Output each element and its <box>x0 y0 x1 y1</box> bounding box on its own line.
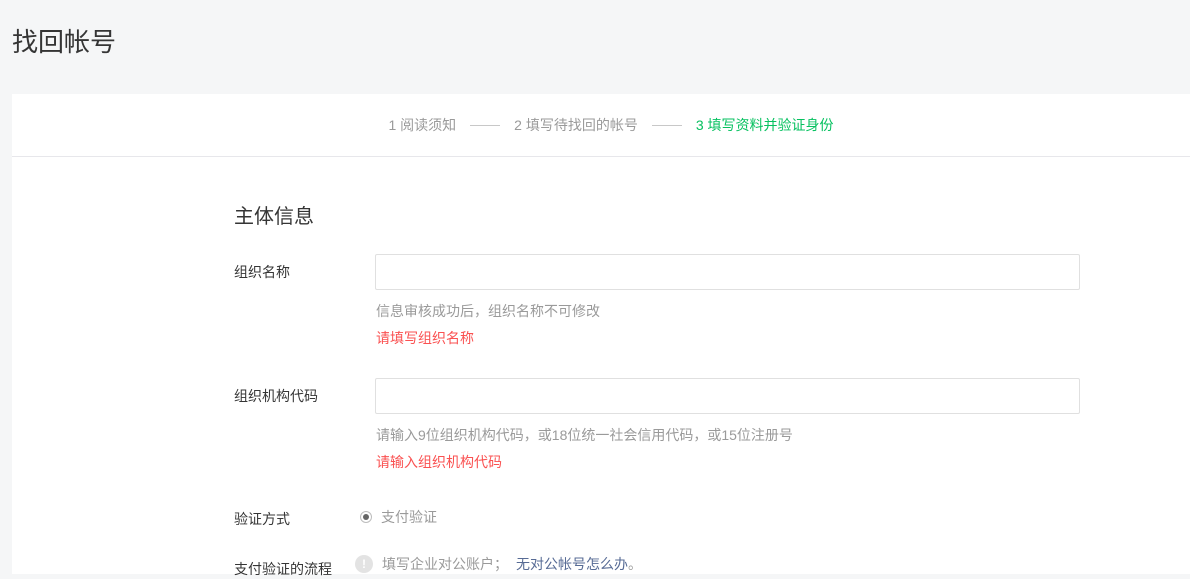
page-title: 找回帐号 <box>12 27 117 57</box>
section-title: 主体信息 <box>234 206 314 228</box>
step-3-active: 3 填写资料并验证身份 <box>695 117 834 133</box>
payment-verify-label: 支付验证 <box>381 509 437 525</box>
org-name-error: 请填写组织名称 <box>376 330 474 346</box>
step-2: 2 填写待找回的帐号 <box>514 117 638 133</box>
org-code-hint: 请输入9位组织机构代码，或18位统一社会信用代码，或15位注册号 <box>376 427 793 443</box>
step-separator <box>651 124 682 126</box>
payment-flow-label: 支付验证的流程 <box>234 561 332 577</box>
payment-flow-text: 填写企业对公账户； <box>382 556 508 572</box>
org-name-hint: 信息审核成功后，组织名称不可修改 <box>376 303 600 319</box>
no-corporate-account-link[interactable]: 无对公帐号怎么办 <box>516 554 628 574</box>
info-icon: ! <box>355 555 373 573</box>
form-card: 1 阅读须知 2 填写待找回的帐号 3 填写资料并验证身份 主体信息 组织名称 … <box>12 94 1190 577</box>
payment-verify-radio-option[interactable]: 支付验证 <box>360 507 437 527</box>
payment-flow-suffix: 。 <box>628 556 642 572</box>
verify-method-label: 验证方式 <box>234 511 290 527</box>
step-indicator: 1 阅读须知 2 填写待找回的帐号 3 填写资料并验证身份 <box>12 94 1190 157</box>
org-code-input[interactable] <box>375 378 1080 414</box>
step-1: 1 阅读须知 <box>388 117 457 133</box>
org-name-label: 组织名称 <box>234 264 290 280</box>
step-separator <box>470 124 501 126</box>
org-code-label: 组织机构代码 <box>234 388 318 404</box>
org-code-error: 请输入组织机构代码 <box>376 454 502 470</box>
payment-flow-info: ! 填写企业对公账户； 无对公帐号怎么办 。 <box>355 554 642 574</box>
radio-selected-icon[interactable] <box>360 511 372 523</box>
org-name-input[interactable] <box>375 254 1080 290</box>
